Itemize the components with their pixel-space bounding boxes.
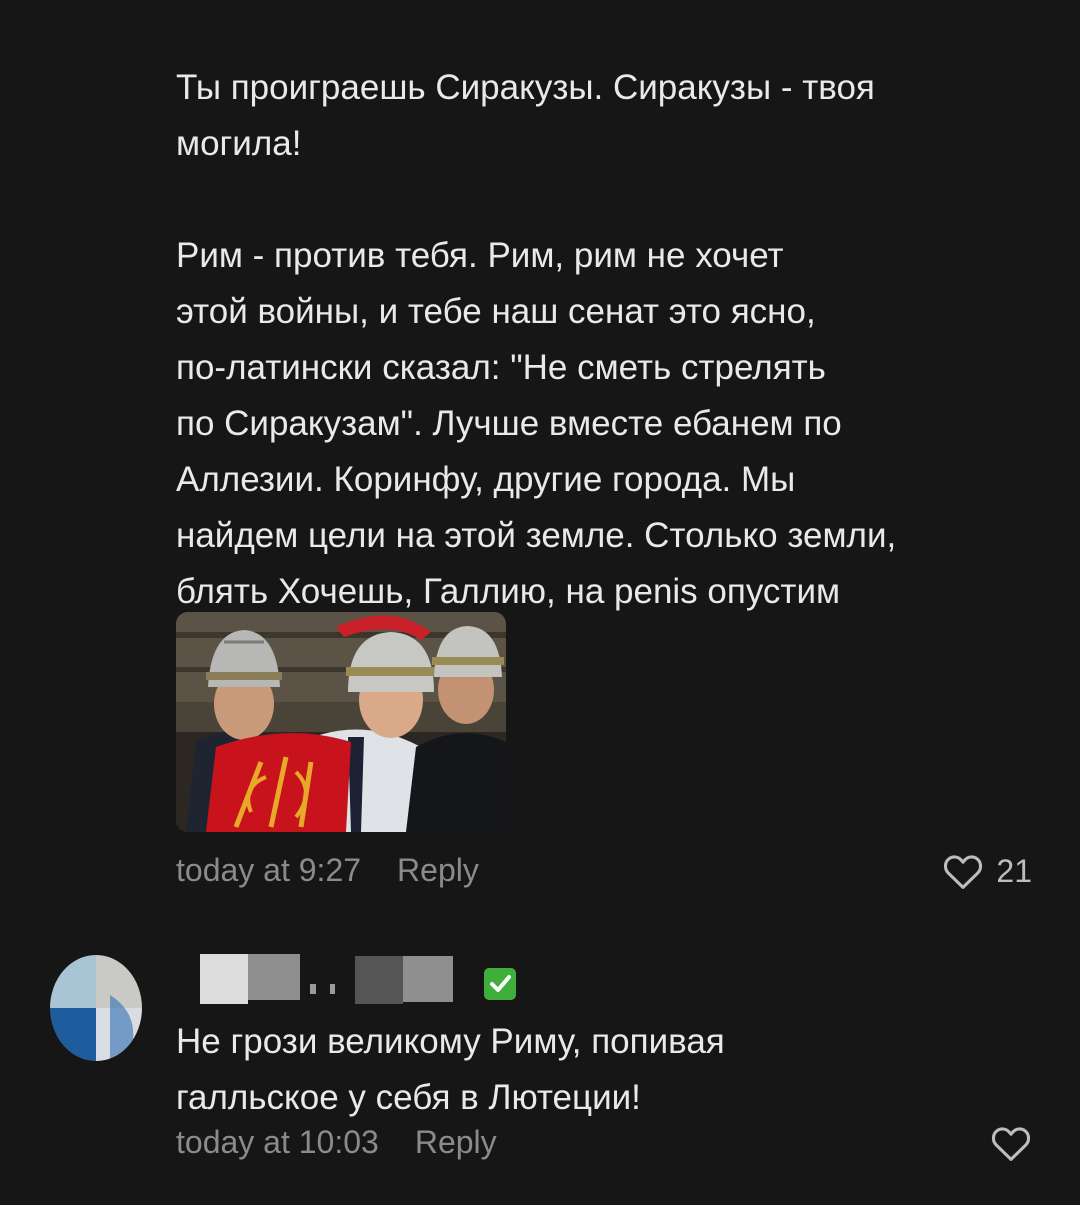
comment-text: Не грози великому Риму, попивая галльско…: [176, 1022, 725, 1117]
comment-text: Ты проиграешь Сиракузы. Сиракузы - твоя …: [176, 68, 897, 611]
comment-timestamp: today at 10:03: [176, 1124, 379, 1160]
comment-meta: today at 10:03 Reply: [176, 1124, 497, 1161]
reply-button[interactable]: Reply: [415, 1124, 497, 1161]
like-button[interactable]: 21: [942, 852, 1032, 890]
reply-button[interactable]: Reply: [397, 852, 479, 889]
roman-helmets-photo: [176, 612, 506, 832]
author-name-blurred[interactable]: [200, 954, 520, 1004]
heart-icon: [944, 855, 983, 889]
like-count: 21: [996, 852, 1032, 889]
avatar-image: [50, 955, 142, 1061]
heart-icon: [991, 1127, 1031, 1161]
avatar[interactable]: [50, 955, 142, 1061]
like-button[interactable]: [990, 1124, 1032, 1162]
comment-timestamp: today at 9:27: [176, 852, 362, 888]
comment-image[interactable]: [176, 612, 506, 832]
check-mark-icon: [490, 975, 511, 992]
verified-badge: [484, 968, 516, 1000]
comment-meta: today at 9:27 Reply: [176, 852, 479, 889]
